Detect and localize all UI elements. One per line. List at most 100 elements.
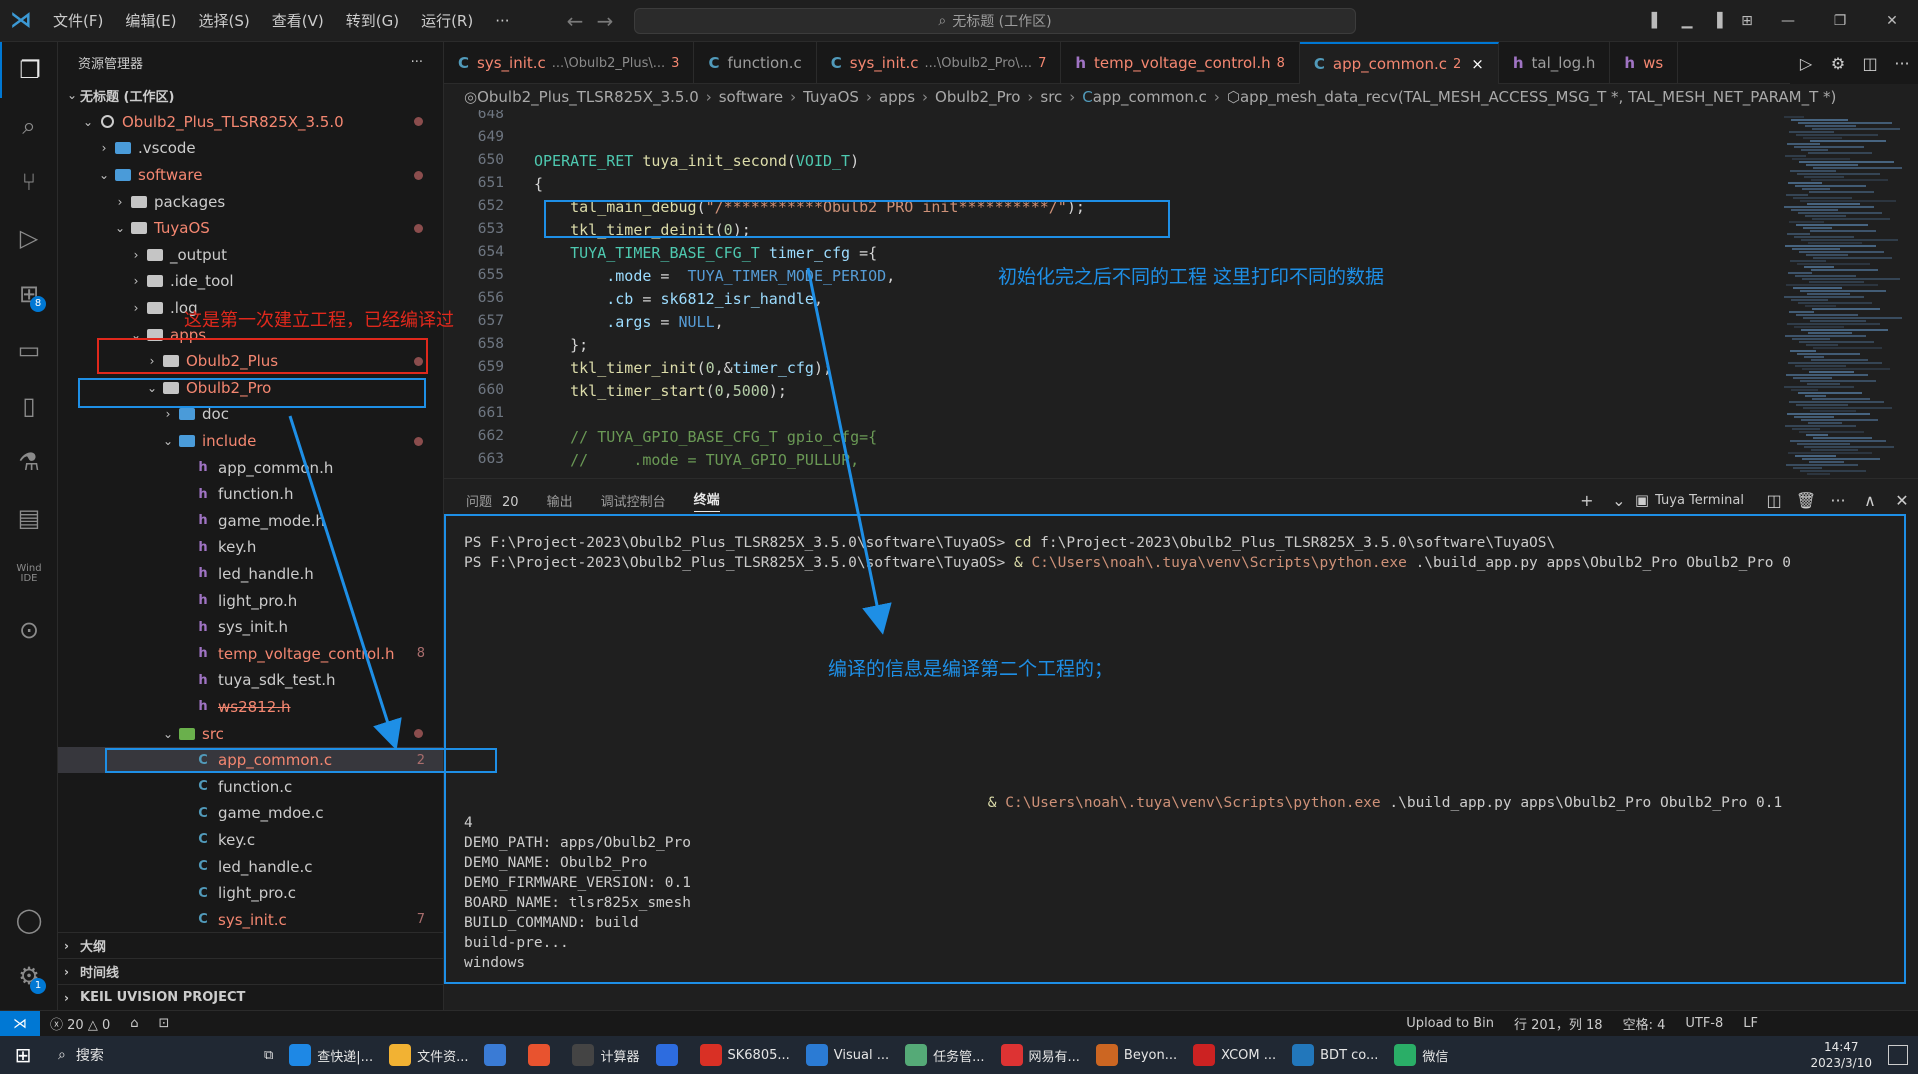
taskbar-search[interactable]: ⌕ 搜索 — [46, 1036, 256, 1074]
tree-item[interactable]: Ckey.c — [58, 827, 443, 854]
taskbar-app[interactable] — [476, 1036, 520, 1074]
breadcrumb-item[interactable]: TuyaOS — [803, 88, 859, 106]
split-terminal-icon[interactable]: ◫ — [1758, 491, 1790, 510]
run-debug-icon[interactable]: ▷ — [0, 210, 58, 266]
tree-item[interactable]: ⌄ software — [58, 162, 443, 189]
settings-gear-icon[interactable]: ⚙ 1 — [0, 948, 58, 1004]
clipboard-icon[interactable]: ▤ — [0, 490, 58, 546]
editor-tab[interactable]: h ws — [1610, 42, 1679, 84]
close-window-button[interactable]: ✕ — [1866, 0, 1918, 42]
close-icon[interactable]: × — [1471, 55, 1484, 73]
tree-item[interactable]: Cled_handle.c — [58, 853, 443, 880]
explorer-icon[interactable]: ❐ — [0, 42, 58, 98]
taskbar-app[interactable]: BDT co... — [1284, 1036, 1386, 1074]
remote-indicator-icon[interactable]: ⋊ — [0, 1010, 40, 1037]
breadcrumb-item[interactable]: src — [1040, 88, 1062, 106]
tree-item[interactable]: Clight_pro.c — [58, 880, 443, 907]
maximize-panel-icon[interactable]: ∧ — [1854, 491, 1886, 510]
settings-icon[interactable]: ⚙ — [1822, 54, 1854, 73]
tree-item[interactable]: ⌄ src — [58, 720, 443, 747]
tree-item[interactable]: › _output — [58, 242, 443, 269]
terminal-status-icon[interactable]: ⊡ — [159, 1016, 170, 1031]
notification-icon[interactable] — [1888, 1045, 1908, 1065]
editor-tab[interactable]: Csys_init.c ...\Obulb2_Plus\... 3 — [444, 42, 695, 84]
split-editor-icon[interactable]: ◫ — [1854, 54, 1886, 73]
code-editor[interactable]: 648 649 650 OPERATE_RET tuya_init_second(VO… — [444, 110, 1776, 478]
tree-item[interactable]: ⌄ TuyaOS — [58, 215, 443, 242]
editor-tab[interactable]: Csys_init.c ...\Obulb2_Pro\... 7 — [817, 42, 1062, 84]
trash-icon[interactable]: 🗑 — [1790, 491, 1822, 510]
search-activity-icon[interactable]: ⌕ — [0, 98, 58, 154]
breadcrumb-item[interactable]: Obulb2_Pro — [935, 88, 1020, 106]
taskbar-app[interactable]: 计算器 — [564, 1036, 647, 1074]
extensions-icon[interactable]: ⊞ 8 — [0, 266, 58, 322]
explorer-more-button[interactable]: ··· — [411, 55, 423, 70]
breadcrumb-item[interactable]: software — [719, 88, 783, 106]
minimize-button[interactable]: — — [1762, 0, 1814, 42]
menu-item[interactable]: 选择(S) — [188, 0, 261, 42]
tree-item[interactable]: › .ide_tool — [58, 268, 443, 295]
run-icon[interactable]: ▷ — [1790, 54, 1822, 73]
editor-tab[interactable]: Cfunction.c — [694, 42, 817, 84]
indentation[interactable]: 空格: 4 — [1623, 1014, 1666, 1033]
new-terminal-icon[interactable]: + — [1571, 491, 1603, 510]
tree-item[interactable]: h game_mode.h — [58, 508, 443, 535]
remote-explorer-icon[interactable]: ▭ — [0, 322, 58, 378]
sidebar-section[interactable]: › 时间线 — [58, 958, 443, 984]
tab-output[interactable]: 输出 — [547, 491, 573, 510]
minimap[interactable] — [1776, 110, 1918, 478]
task-view-icon[interactable]: ⧉ — [256, 1036, 281, 1074]
testing-icon[interactable]: ⚗ — [0, 434, 58, 490]
menu-item[interactable]: 查看(V) — [261, 0, 335, 42]
taskbar-app[interactable]: XCOM ... — [1185, 1036, 1284, 1074]
editor-tab[interactable]: h temp_voltage_control.h 8 — [1061, 42, 1300, 84]
taskbar-app[interactable]: Visual ... — [798, 1036, 897, 1074]
tab-problems[interactable]: 问题 20 — [466, 491, 519, 510]
taskbar-app[interactable]: Beyon... — [1088, 1036, 1185, 1074]
taskbar-app[interactable]: 任务管... — [897, 1036, 992, 1074]
tab-debug-console[interactable]: 调试控制台 — [601, 491, 666, 510]
tree-item[interactable]: Csys_init.c 7 — [58, 906, 443, 933]
windows-start-icon[interactable]: ⊞ — [0, 1036, 46, 1074]
end-of-line[interactable]: LF — [1743, 1016, 1758, 1031]
tree-item[interactable]: ⌄ include — [58, 428, 443, 455]
editor-tab[interactable]: Capp_common.c 2 × — [1299, 42, 1499, 84]
command-center-search[interactable]: ⌕ 无标题 (工作区) — [634, 8, 1356, 34]
menu-item[interactable]: 转到(G) — [335, 0, 410, 42]
chevron-down-icon[interactable]: ⌄ — [1603, 491, 1635, 510]
taskbar-app[interactable]: 文件资... — [381, 1036, 476, 1074]
breadcrumb-item[interactable]: app_common.c — [1093, 88, 1207, 106]
taskbar-app[interactable]: 微信 — [1386, 1036, 1456, 1074]
menu-item[interactable]: 运行(R) — [410, 0, 484, 42]
taskbar-app[interactable] — [648, 1036, 692, 1074]
encoding[interactable]: UTF-8 — [1685, 1016, 1723, 1031]
tree-item[interactable]: h key.h — [58, 534, 443, 561]
sidebar-section[interactable]: › KEIL UVISION PROJECT — [58, 984, 443, 1010]
tree-item[interactable]: ⌄ 无标题 (工作区) — [58, 82, 443, 109]
customize-layout-icon[interactable]: ⊞ — [1732, 0, 1762, 42]
tree-item[interactable]: h tuya_sdk_test.h — [58, 667, 443, 694]
tree-item[interactable]: › .vscode — [58, 135, 443, 162]
taskbar-clock[interactable]: 14:47 2023/3/10 — [1810, 1036, 1872, 1074]
problems-indicator[interactable]: ⓧ 20 △ 0 — [50, 1014, 110, 1033]
restore-button[interactable]: ❐ — [1814, 0, 1866, 42]
tree-item[interactable]: h light_pro.h — [58, 587, 443, 614]
back-arrow-icon[interactable]: ← — [560, 9, 590, 33]
forward-arrow-icon[interactable]: → — [590, 9, 620, 33]
source-control-icon[interactable]: ⑂ — [0, 154, 58, 210]
sidebar-section[interactable]: › 大纲 — [58, 932, 443, 958]
tree-item[interactable]: h ws2812.h — [58, 694, 443, 721]
close-panel-icon[interactable]: ✕ — [1886, 491, 1918, 510]
upload-to-bin[interactable]: Upload to Bin — [1406, 1016, 1494, 1031]
taskbar-app[interactable]: SK6805... — [692, 1036, 798, 1074]
tree-item[interactable]: Cgame_mdoe.c — [58, 800, 443, 827]
toggle-panel-icon[interactable]: ▁ — [1672, 0, 1702, 42]
menu-item[interactable]: ··· — [484, 0, 520, 42]
menu-item[interactable]: 文件(F) — [42, 0, 114, 42]
breadcrumb-item[interactable]: Obulb2_Plus_TLSR825X_3.5.0 — [477, 88, 699, 106]
tuya-icon[interactable]: ▯ — [0, 378, 58, 434]
tree-item[interactable]: Cfunction.c — [58, 773, 443, 800]
more-actions-icon[interactable]: ··· — [1886, 54, 1918, 73]
wind-ide-icon[interactable]: Wind IDE — [0, 546, 58, 602]
tree-item[interactable]: ⌄ Obulb2_Plus_TLSR825X_3.5.0 — [58, 109, 443, 136]
